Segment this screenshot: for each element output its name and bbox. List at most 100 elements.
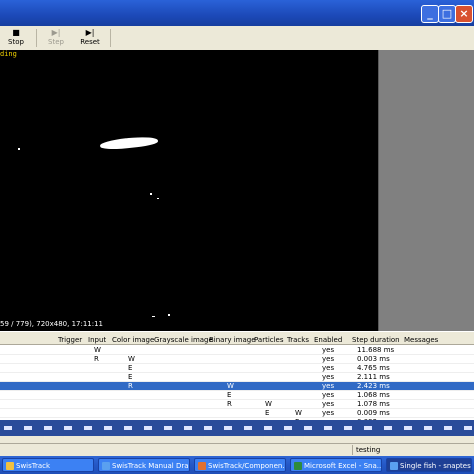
timeline-block [284, 426, 292, 430]
timeline-block [344, 426, 352, 430]
timeline-block [424, 426, 432, 430]
close-button[interactable]: × [455, 5, 473, 23]
cell-enabled: yes [322, 382, 335, 390]
taskbar-item-label: SwisTrack Manual Dra... [112, 462, 190, 470]
toolbar-separator [36, 29, 37, 47]
taskbar-item[interactable]: Microsoft Excel - Sna... [290, 458, 382, 472]
table-row[interactable]: E Wyes 0.009 ms [0, 409, 474, 418]
video-status-text: ding [0, 50, 17, 58]
app-icon [6, 462, 14, 470]
timeline-bar[interactable] [0, 420, 474, 436]
noise-particle [168, 314, 170, 316]
cell-duration: 11.688 ms [357, 346, 395, 354]
maximize-button[interactable]: □ [438, 5, 456, 23]
timeline-block [144, 426, 152, 430]
cell-enabled: yes [322, 391, 335, 399]
noise-particle [157, 198, 159, 199]
table-row[interactable]: Eyes 2.111 ms [0, 373, 474, 382]
stop-icon: ■ [12, 28, 20, 37]
table-row[interactable]: Eyes 4.765 ms [0, 364, 474, 373]
app-icon [102, 462, 110, 470]
stop-label: Stop [8, 38, 24, 46]
cell-enabled: yes [322, 355, 335, 363]
table-row[interactable]: R Wyes 2.423 ms [0, 382, 474, 391]
cell-color: R [128, 382, 133, 390]
timeline-block [84, 426, 92, 430]
cell-particles: E [265, 409, 270, 417]
column-header[interactable]: Grayscale image [154, 336, 213, 344]
toolbar: ■ Stop ▶| Step ▶| Reset [0, 26, 474, 51]
column-header[interactable]: Messages [404, 336, 438, 344]
table-row[interactable]: R Wyes 0.003 ms [0, 355, 474, 364]
column-header[interactable]: Enabled [314, 336, 342, 344]
timeline-block [104, 426, 112, 430]
column-header[interactable]: Binary image [209, 336, 256, 344]
reset-button[interactable]: ▶| Reset [78, 28, 102, 46]
timeline-block [204, 426, 212, 430]
table-row[interactable]: Wyes 11.688 ms [0, 346, 474, 355]
timeline-block [244, 426, 252, 430]
cell-duration: 1.068 ms [357, 391, 390, 399]
status-mode: testing [352, 445, 466, 455]
taskbar-item[interactable]: SwisTrack Manual Dra... [98, 458, 190, 472]
step-button[interactable]: ▶| Step [46, 28, 66, 46]
window-titlebar[interactable]: _ □ × [0, 0, 474, 26]
timeline-block [224, 426, 232, 430]
cell-duration: 0.003 ms [357, 355, 390, 363]
minimize-button[interactable]: _ [421, 5, 439, 23]
timeline-block [4, 426, 12, 430]
taskbar-item[interactable]: Single fish - snaptest... [386, 458, 472, 472]
app-icon [198, 462, 206, 470]
video-display[interactable]: ding 59 / 779), 720x480, 17:11:11 [0, 50, 378, 331]
cell-enabled: yes [322, 346, 335, 354]
cell-duration: 0.009 ms [357, 409, 390, 417]
taskbar-item[interactable]: SwisTrack/Componen... [194, 458, 286, 472]
app-icon [294, 462, 302, 470]
column-header[interactable]: Color image [112, 336, 154, 344]
cell-duration: 2.111 ms [357, 373, 390, 381]
status-bar: testing [0, 443, 474, 456]
taskbar-item-label: SwisTrack/Componen... [208, 462, 286, 470]
cell-binary: R [227, 400, 232, 408]
cell-enabled: yes [322, 364, 335, 372]
column-header[interactable]: Trigger [58, 336, 82, 344]
taskbar-item-label: Microsoft Excel - Sna... [304, 462, 382, 470]
stop-button[interactable]: ■ Stop [6, 28, 26, 46]
cell-color: E [128, 364, 133, 372]
cell-particles: W [265, 400, 272, 408]
column-header[interactable]: Input [88, 336, 106, 344]
timeline-block [264, 426, 272, 430]
timeline-block [444, 426, 452, 430]
step-label: Step [48, 38, 64, 46]
timeline-block [184, 426, 192, 430]
cell-color: W [128, 355, 135, 363]
column-header[interactable]: Step duration [352, 336, 400, 344]
component-grid[interactable]: Trigger Input Color image Grayscale imag… [0, 335, 474, 427]
timeline-block [404, 426, 412, 430]
side-panel [378, 50, 474, 331]
column-header[interactable]: Tracks [287, 336, 309, 344]
timeline-block [384, 426, 392, 430]
cell-binary: W [227, 382, 234, 390]
cell-duration: 4.765 ms [357, 364, 390, 372]
cell-binary: E [227, 391, 232, 399]
grid-header: Trigger Input Color image Grayscale imag… [0, 335, 474, 345]
timeline-block [324, 426, 332, 430]
taskbar-item[interactable]: SwisTrack [2, 458, 94, 472]
taskbar-item-label: SwisTrack [16, 462, 51, 470]
timeline-block [64, 426, 72, 430]
table-row[interactable]: Eyes 1.068 ms [0, 391, 474, 400]
app-icon [390, 462, 398, 470]
noise-particle [152, 316, 155, 317]
timeline-block [44, 426, 52, 430]
timeline-block [124, 426, 132, 430]
timeline-block [24, 426, 32, 430]
cell-input: R [94, 355, 99, 363]
frame-info: 59 / 779), 720x480, 17:11:11 [0, 320, 104, 328]
column-header[interactable]: Particles [254, 336, 284, 344]
cell-enabled: yes [322, 400, 335, 408]
reset-label: Reset [80, 38, 100, 46]
timeline-block [464, 426, 472, 430]
table-row[interactable]: R Wyes 1.078 ms [0, 400, 474, 409]
timeline-block [304, 426, 312, 430]
